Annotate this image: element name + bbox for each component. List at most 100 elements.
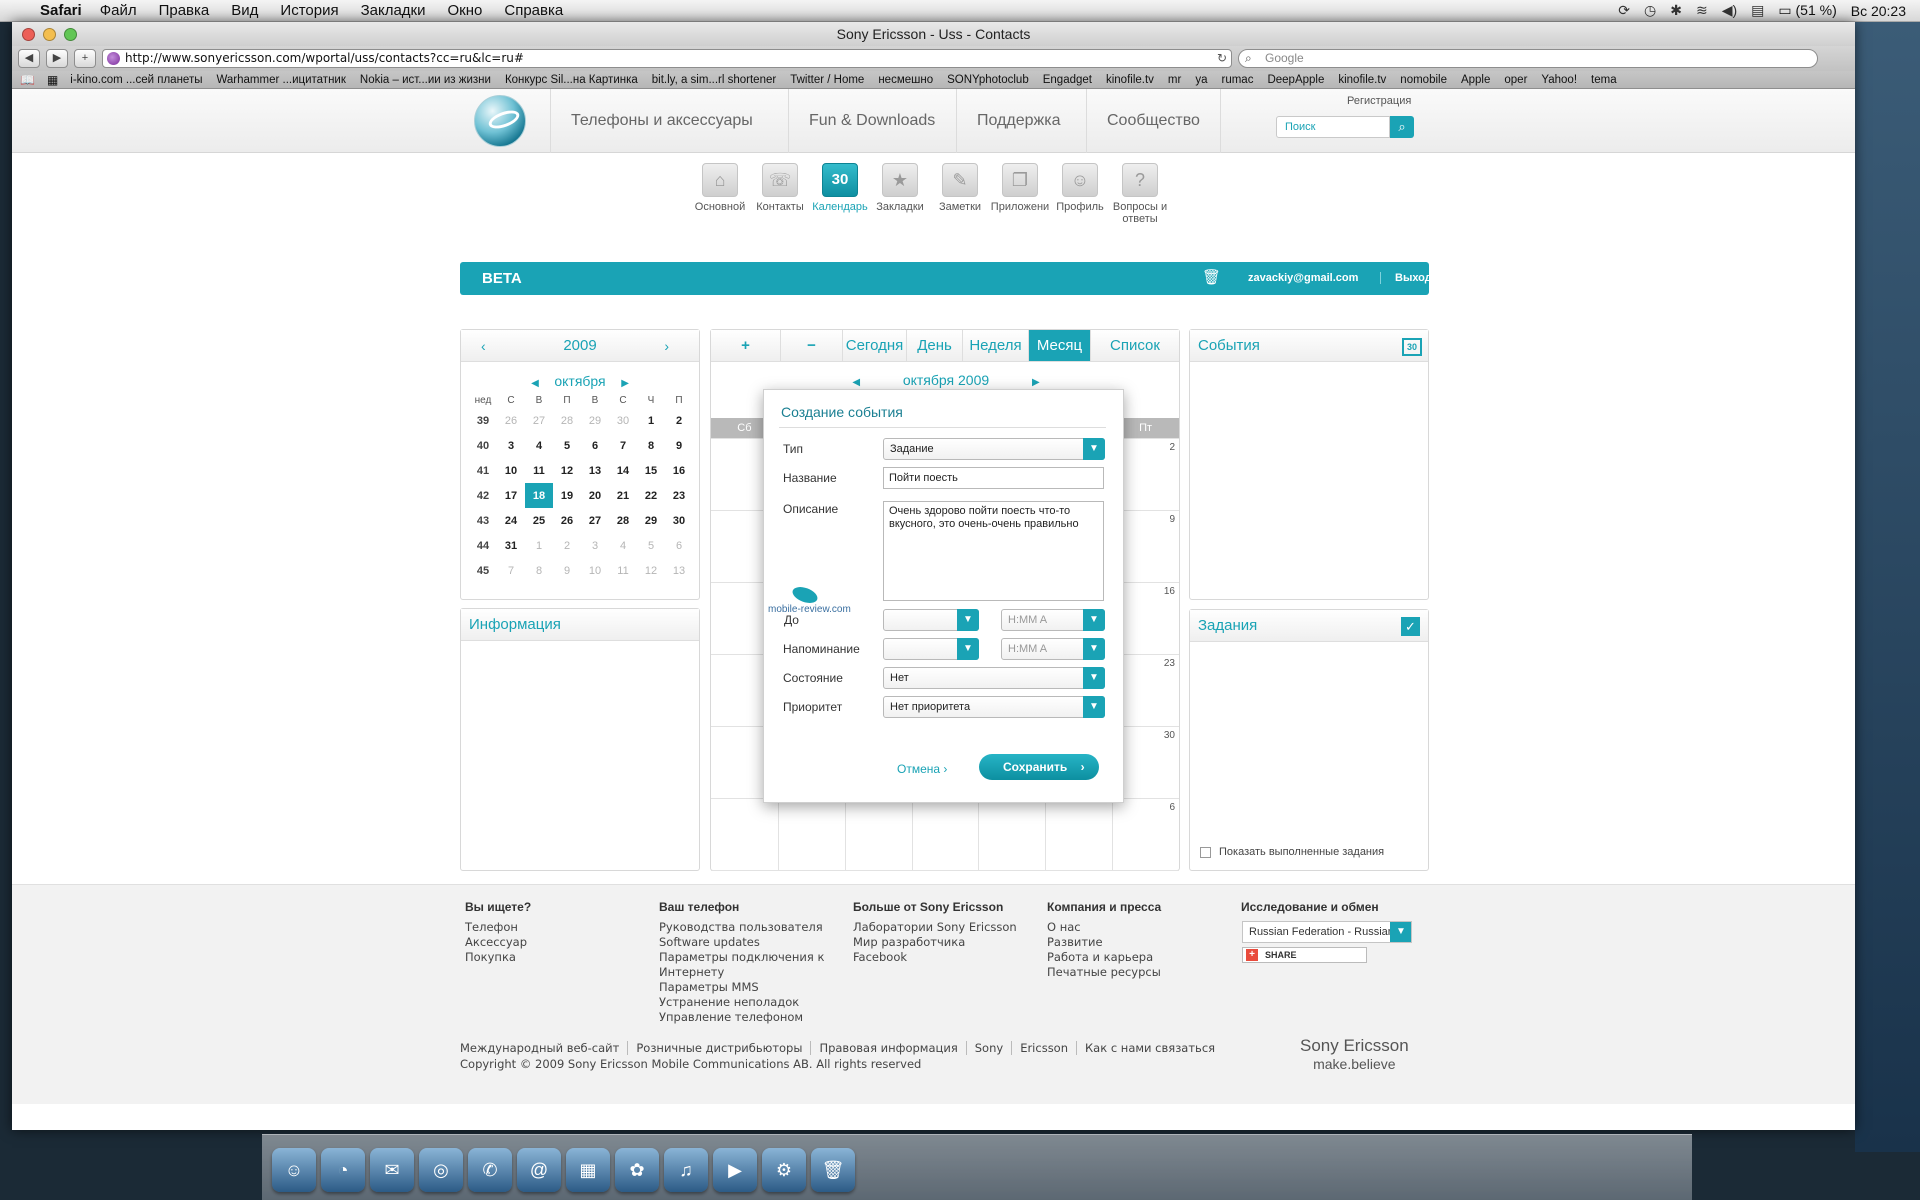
nav-fun-downloads[interactable]: Fun & Downloads bbox=[788, 89, 955, 153]
list-view-button[interactable]: Список bbox=[1091, 330, 1179, 361]
dashboard-icon[interactable]: ◔ bbox=[321, 1148, 365, 1192]
bookmark-item[interactable]: SONYphotoclub bbox=[947, 74, 1029, 86]
day-view-button[interactable]: День bbox=[907, 330, 963, 361]
address-bar[interactable]: http://www.sonyericsson.com/wportal/uss/… bbox=[102, 49, 1232, 68]
calendar-day[interactable]: 6 bbox=[581, 433, 609, 458]
legal-link[interactable]: Правовая информация bbox=[810, 1041, 965, 1055]
preferences-icon[interactable]: ⚙ bbox=[762, 1148, 806, 1192]
bookmark-item[interactable]: Twitter / Home bbox=[790, 74, 864, 86]
month-view-button[interactable]: Месяц bbox=[1029, 330, 1091, 361]
cancel-button[interactable]: Отмена › bbox=[897, 762, 947, 776]
top-sites-icon[interactable]: ▦ bbox=[47, 73, 58, 87]
bookmark-item[interactable]: mr bbox=[1168, 74, 1181, 86]
show-completed-tasks[interactable]: Показать выполненные задания bbox=[1200, 846, 1384, 858]
calendar-day[interactable]: 13 bbox=[581, 458, 609, 483]
share-button[interactable]: SHARE bbox=[1242, 947, 1367, 963]
bookmark-item[interactable]: Конкурс Sil...на Картинка bbox=[505, 74, 638, 86]
ical-icon[interactable]: ▦ bbox=[566, 1148, 610, 1192]
calendar-day[interactable]: 15 bbox=[637, 458, 665, 483]
calendar-day[interactable]: 5 bbox=[637, 533, 665, 558]
trash-icon[interactable]: 🗑 bbox=[811, 1148, 855, 1192]
nav-support[interactable]: Поддержка bbox=[956, 89, 1080, 153]
calendar-day[interactable]: 24 bbox=[497, 508, 525, 533]
due-date-select[interactable]: ▼ bbox=[883, 609, 979, 631]
calendar-day[interactable]: 1 bbox=[637, 408, 665, 433]
bookmark-item[interactable]: rumac bbox=[1222, 74, 1254, 86]
app-applications[interactable]: ❐ Приложени bbox=[990, 163, 1050, 225]
reminder-time-select[interactable]: H:MM A ▼ bbox=[1001, 638, 1105, 660]
bookmark-item[interactable]: DeepApple bbox=[1267, 74, 1324, 86]
nav-phones[interactable]: Телефоны и аксессуары bbox=[550, 89, 773, 153]
bookmark-item[interactable]: bit.ly, a sim...rl shortener bbox=[652, 74, 776, 86]
calendar-day[interactable]: 29 bbox=[637, 508, 665, 533]
forward-button[interactable]: ▶ bbox=[46, 49, 68, 68]
footer-link[interactable]: Мир разработчика bbox=[853, 935, 1017, 950]
save-button[interactable]: Сохранить › bbox=[979, 754, 1099, 780]
calendar-day[interactable]: 7 bbox=[609, 433, 637, 458]
add-event-button[interactable]: + bbox=[711, 330, 781, 361]
calendar-day[interactable]: 4 bbox=[525, 433, 553, 458]
site-search-input[interactable]: Поиск bbox=[1276, 116, 1390, 138]
imovie-icon[interactable]: ▶ bbox=[713, 1148, 757, 1192]
footer-link[interactable]: Покупка bbox=[465, 950, 531, 965]
logout-link[interactable]: Выход bbox=[1380, 272, 1432, 284]
priority-select[interactable]: Нет приоритета ▼ bbox=[883, 696, 1105, 718]
menu-history[interactable]: История bbox=[280, 2, 338, 19]
footer-link[interactable]: Управление телефоном bbox=[659, 1010, 849, 1025]
input-flag-icon[interactable]: ▤ bbox=[1751, 2, 1764, 19]
calendar-day[interactable]: 9 bbox=[665, 433, 693, 458]
calendar-day[interactable]: 8 bbox=[525, 558, 553, 583]
legal-link[interactable]: Международный веб-сайт bbox=[460, 1041, 627, 1055]
wifi-icon[interactable]: ≋ bbox=[1696, 2, 1708, 19]
app-calendar[interactable]: 30 Календарь bbox=[810, 163, 870, 225]
bookmark-item[interactable]: i-kino.com ...сей планеты bbox=[70, 74, 202, 86]
calendar-day[interactable]: 17 bbox=[497, 483, 525, 508]
menu-window[interactable]: Окно bbox=[448, 2, 483, 19]
description-textarea[interactable]: Очень здорово пойти поесть что-то вкусно… bbox=[883, 501, 1104, 601]
calendar-day[interactable]: 30 bbox=[665, 508, 693, 533]
calendar-day[interactable]: 11 bbox=[525, 458, 553, 483]
bookmark-item[interactable]: nomobile bbox=[1400, 74, 1447, 86]
country-select[interactable]: Russian Federation - Russian ▼ bbox=[1242, 921, 1412, 943]
menu-app-name[interactable]: Safari bbox=[40, 2, 82, 19]
app-profile[interactable]: ☺ Профиль bbox=[1050, 163, 1110, 225]
bookmark-item[interactable]: kinofile.tv bbox=[1106, 74, 1154, 86]
sync-icon[interactable]: ⟳ bbox=[1618, 2, 1630, 19]
nav-community[interactable]: Сообщество bbox=[1086, 89, 1221, 153]
calendar-day[interactable]: 7 bbox=[497, 558, 525, 583]
due-time-select[interactable]: H:MM A ▼ bbox=[1001, 609, 1105, 631]
calendar-day[interactable]: 2 bbox=[553, 533, 581, 558]
footer-link[interactable]: Software updates bbox=[659, 935, 849, 950]
legal-link[interactable]: Sony bbox=[965, 1041, 1011, 1055]
app-bookmarks[interactable]: ★ Закладки bbox=[870, 163, 930, 225]
name-input[interactable]: Пойти поесть bbox=[883, 467, 1104, 489]
calendar-day[interactable]: 8 bbox=[637, 433, 665, 458]
sony-ericsson-logo[interactable] bbox=[474, 95, 526, 147]
bookmark-item[interactable]: tema bbox=[1591, 74, 1617, 86]
footer-link[interactable]: Параметры MMS bbox=[659, 980, 849, 995]
app-contacts[interactable]: ☏ Контакты bbox=[750, 163, 810, 225]
calendar-day[interactable]: 16 bbox=[665, 458, 693, 483]
calendar-day[interactable]: 29 bbox=[581, 408, 609, 433]
add-bookmark-button[interactable]: + bbox=[74, 49, 96, 68]
checkmark-icon[interactable]: ✓ bbox=[1401, 617, 1420, 636]
calendar-day[interactable]: 6 bbox=[665, 533, 693, 558]
site-search-button[interactable]: ⌕ bbox=[1390, 116, 1414, 138]
footer-link[interactable]: Лаборатории Sony Ericsson bbox=[853, 920, 1017, 935]
legal-link[interactable]: Как с нами связаться bbox=[1076, 1041, 1223, 1055]
calendar-day[interactable]: 12 bbox=[553, 458, 581, 483]
menu-edit[interactable]: Правка bbox=[159, 2, 210, 19]
calendar-day[interactable]: 18 bbox=[525, 483, 553, 508]
footer-link[interactable]: Руководства пользователя bbox=[659, 920, 849, 935]
footer-link[interactable]: Телефон bbox=[465, 920, 531, 935]
bookmark-item[interactable]: Yahoo! bbox=[1541, 74, 1577, 86]
volume-icon[interactable]: ◀) bbox=[1722, 2, 1737, 19]
ichat-icon[interactable]: ✆ bbox=[468, 1148, 512, 1192]
week-view-button[interactable]: Неделя bbox=[963, 330, 1029, 361]
footer-link[interactable]: Facebook bbox=[853, 950, 1017, 965]
safari-icon[interactable]: ◎ bbox=[419, 1148, 463, 1192]
calendar-day[interactable]: 28 bbox=[609, 508, 637, 533]
reload-icon[interactable]: ↻ bbox=[1217, 50, 1227, 67]
calendar-day[interactable]: 9 bbox=[553, 558, 581, 583]
calendar-day[interactable]: 4 bbox=[609, 533, 637, 558]
